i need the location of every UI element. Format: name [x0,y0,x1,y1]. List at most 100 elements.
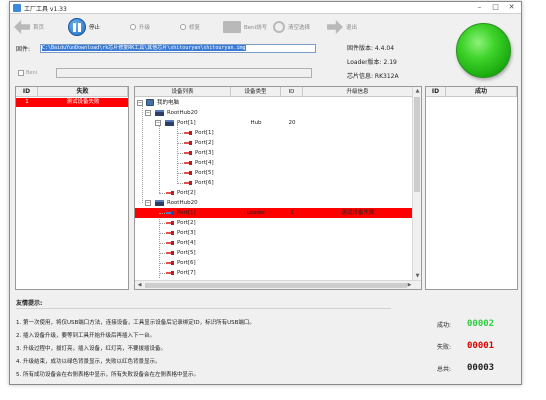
tip-line: 2. 插入设备升级，要等到工具开始升级后再插入下一台。 [16,333,155,339]
scroll-up-icon[interactable]: ▲ [413,87,421,96]
scroll-right-icon[interactable]: ▶ [405,281,414,289]
window-title: 工厂工具 v1.33 [24,6,67,13]
tree-row-port[interactable]: Port[4] [135,158,413,168]
usb-port-icon [184,171,192,175]
tips-title: 友情提示: [16,300,43,307]
tree-row-port[interactable]: Port[1] [135,128,413,138]
tree-row-port[interactable]: Port[5] [135,248,413,258]
tree-guide [177,173,183,174]
back-label: 首页 [33,25,45,31]
total-count-label: 总共: [437,365,452,373]
tree-row-port[interactable]: Port[4] [135,238,413,248]
tree-row-port[interactable]: Port[7] [135,268,413,278]
clear-label: 清空选择 [288,25,311,31]
flash-button[interactable]: Beni烧写 [223,18,267,36]
status-light [456,23,511,78]
tree-guide [177,143,183,144]
firmware-path-field[interactable]: C:\BaiduYunDownload\rk芯片修复RK工具\其他芯片\shit… [40,43,316,53]
burn-field[interactable] [56,68,312,78]
tree-row-port[interactable]: Port[6] [135,258,413,268]
upgrade-radio[interactable]: 升级 [130,18,150,36]
tree-col-type: 设备类型 [231,87,281,97]
tree-hub-label: RootHub20 [167,110,198,116]
tree-row-port[interactable]: Port[3] [135,148,413,158]
tree-horizontal-scrollbar[interactable]: ◀ ▶ [135,280,421,289]
tree-row-port[interactable]: Port[6] [135,178,413,188]
firmware-version: 固件版本: 4.4.04 [347,45,395,52]
firmware-label: 固件: [16,45,31,53]
tree-row-computer[interactable]: − 我的电脑 [135,98,413,108]
success-count: 00002 [467,319,495,329]
tree-col-device: 设备列表 [135,87,231,97]
tree-port-label: Port[1] [177,210,196,216]
repair-radio[interactable]: 修复 [180,18,200,36]
tree-row-port[interactable]: Port[3] [135,228,413,238]
tree-device-id: 1 [290,210,294,216]
tree-row-hub[interactable]: − RootHub20 [135,108,413,118]
tree-row-selected-device[interactable]: Port[1] Loader 1 测试设备失败 [135,208,413,218]
clear-selection-button[interactable]: 清空选择 [273,18,310,36]
pause-button[interactable]: 停止 [68,18,100,36]
fail-row-id[interactable]: 1 [16,98,38,107]
tree-device-type: Loader [246,210,266,216]
tree-row-hub[interactable]: − RootHub20 [135,198,413,208]
maximize-button[interactable]: □ [488,2,503,13]
burn-label: Beni [26,70,38,76]
tree-row-port[interactable]: Port[5] [135,168,413,178]
tree-port-label: Port[7] [177,270,196,276]
title-bar: 工厂工具 v1.33 – □ ✕ [10,2,521,14]
tree-guide [159,273,165,274]
scroll-thumb[interactable] [414,97,420,192]
arrow-left-icon [14,20,30,34]
tree-port-id: 20 [288,120,296,126]
tip-line: 3. 升级过程中，拔灯亮，插入设备，红灯亮，不要拔插设备。 [16,346,166,352]
usb-port-icon [184,131,192,135]
tree-guide [159,263,165,264]
fail-row-text[interactable]: 测试设备失败 [38,98,128,107]
scroll-left-icon[interactable]: ◀ [135,281,144,289]
scroll-thumb[interactable] [145,283,407,288]
tree-row-port[interactable]: Port[2] [135,218,413,228]
usb-port-icon [166,271,174,275]
radio-icon [130,24,136,30]
usb-port-icon [184,181,192,185]
clear-icon [273,21,285,33]
tree-row-port[interactable]: Port[2] [135,188,413,198]
collapse-icon[interactable]: − [137,100,143,106]
minimize-button[interactable]: – [472,2,487,13]
tree-vertical-scrollbar[interactable]: ▲ ▼ [412,87,421,281]
collapse-icon[interactable]: − [145,110,151,116]
tree-port-label: Port[3] [195,150,214,156]
back-button[interactable]: 首页 [14,18,44,36]
usb-port-icon [166,191,174,195]
tree-row-port[interactable]: Port[2] [135,138,413,148]
tree-port-label: Port[2] [195,140,214,146]
collapse-icon[interactable]: − [145,200,151,206]
usb-port-icon [184,161,192,165]
burn-row: Beni [18,68,338,78]
close-button[interactable]: ✕ [504,2,519,13]
tree-guide [159,243,165,244]
toolbar: 首页 停止 升级 修复 Beni烧写 清空选择 退出 [10,15,410,39]
total-stat: 总共: 00003 [437,361,527,375]
tree-port-label: Port[6] [195,180,214,186]
tree-guide [159,223,165,224]
app-icon [13,4,21,12]
collapse-icon[interactable]: − [155,120,161,126]
tree-port-label: Port[4] [177,240,196,246]
tip-line: 5. 所有成功设备会在右侧表格中显示，所有失败设备会在左侧表格中显示。 [16,372,199,378]
firmware-path-text: C:\BaiduYunDownload\rk芯片修复RK工具\其他芯片\shit… [42,44,246,51]
burn-checkbox[interactable] [18,70,24,76]
fail-col-header: 失败 [38,87,128,97]
tree-guide [177,153,183,154]
usb-device-icon [166,211,174,215]
upgrade-label: 升级 [139,25,151,31]
tree-port-label: Port[5] [195,170,214,176]
tree-row-port[interactable]: − Port[1] Hub 20 [135,118,413,128]
exit-button[interactable]: 退出 [327,18,357,36]
usb-hub-icon [155,110,164,116]
success-col-header: 成功 [446,87,517,97]
exit-label: 退出 [346,25,358,31]
pause-label: 停止 [89,25,101,31]
pause-icon [68,18,86,36]
